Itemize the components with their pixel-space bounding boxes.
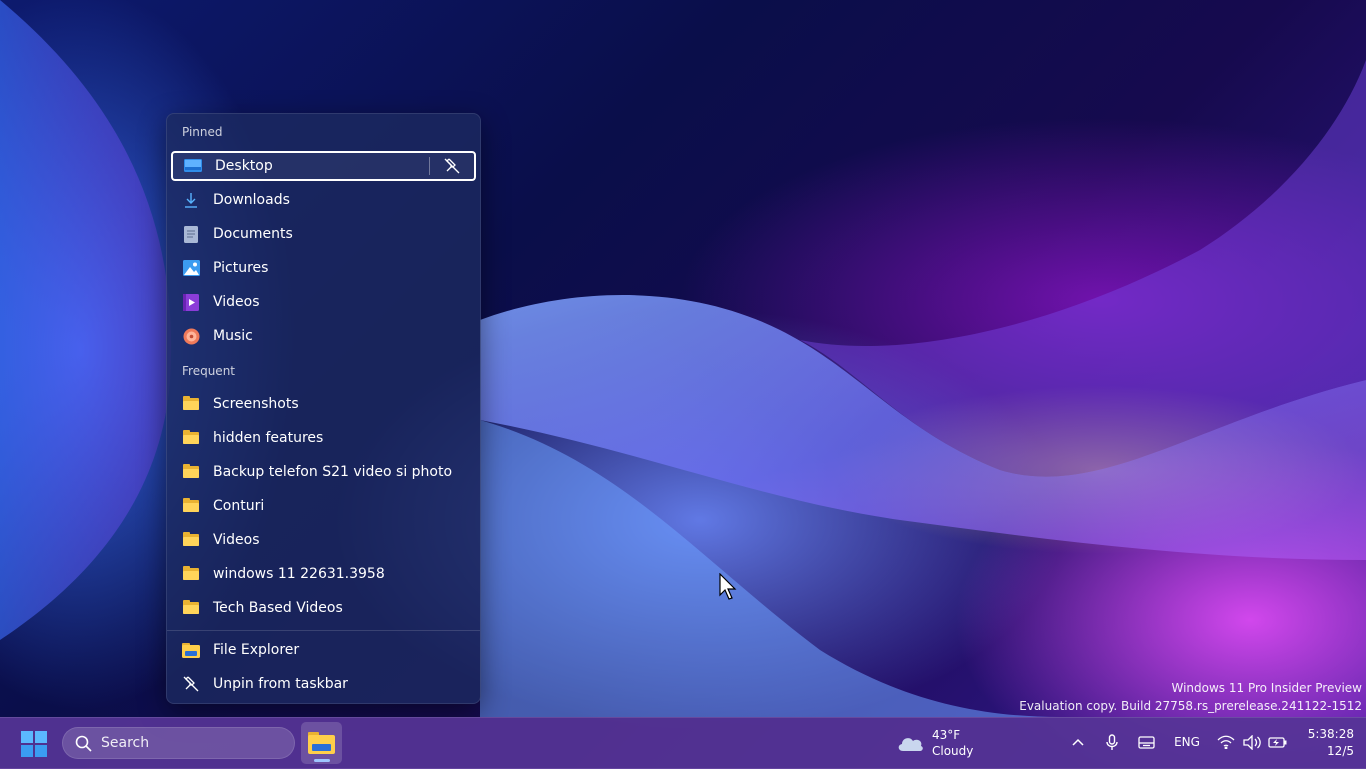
- pinned-item-label: Downloads: [213, 192, 290, 208]
- divider: [167, 630, 480, 631]
- speaker-icon: [1242, 734, 1261, 750]
- frequent-item[interactable]: windows 11 22631.3958: [171, 559, 474, 589]
- file-explorer-icon: [182, 641, 200, 659]
- pinned-item-music[interactable]: Music: [171, 321, 474, 351]
- chevron-up-icon: [1072, 738, 1084, 746]
- keyboard-layout-button[interactable]: [1136, 732, 1156, 752]
- pinned-item-desktop[interactable]: Desktop: [171, 151, 476, 181]
- frequent-item-label: Backup telefon S21 video si photo: [213, 464, 453, 480]
- document-icon: [182, 225, 200, 243]
- frequent-item[interactable]: Videos: [171, 525, 474, 555]
- network-button[interactable]: [1216, 732, 1236, 752]
- pinned-item-label: Pictures: [213, 260, 269, 276]
- folder-icon: [182, 497, 200, 515]
- file-explorer-jump-list: Pinned Desktop Downloads Documents Pictu…: [166, 113, 481, 704]
- pictures-icon: [182, 259, 200, 277]
- search-label: Search: [101, 735, 150, 751]
- active-app-indicator: [314, 759, 330, 762]
- watermark-edition: Windows 11 Pro Insider Preview: [1171, 681, 1362, 695]
- folder-icon: [182, 565, 200, 583]
- taskbar: Search 43°F Cloudy ENG 5:38:28 12/5: [0, 717, 1366, 769]
- battery-button[interactable]: [1268, 732, 1288, 752]
- frequent-item-label: hidden features: [213, 430, 324, 446]
- clock-time: 5:38:28: [1307, 727, 1354, 741]
- frequent-item[interactable]: Backup telefon S21 video si photo: [171, 457, 474, 487]
- action-label: Unpin from taskbar: [213, 676, 348, 692]
- folder-icon: [182, 599, 200, 617]
- folder-icon: [182, 463, 200, 481]
- frequent-section-header: Frequent: [182, 364, 235, 378]
- pinned-item-pictures[interactable]: Pictures: [171, 253, 474, 283]
- frequent-item-label: Videos: [213, 532, 260, 548]
- mouse-pointer-icon: [719, 573, 737, 600]
- folder-icon: [182, 531, 200, 549]
- frequent-item[interactable]: Tech Based Videos: [171, 593, 474, 623]
- pinned-item-videos[interactable]: Videos: [171, 287, 474, 317]
- windows-logo-icon: [21, 731, 47, 757]
- unpin-icon: [444, 158, 460, 174]
- frequent-item-label: Conturi: [213, 498, 265, 514]
- clock-date: 12/5: [1327, 744, 1354, 758]
- watermark-build: Evaluation copy. Build 27758.rs_prerelea…: [1019, 699, 1362, 713]
- frequent-item[interactable]: Conturi: [171, 491, 474, 521]
- pinned-item-label: Documents: [213, 226, 293, 242]
- music-icon: [182, 327, 200, 345]
- insider-watermark: Windows 11 Pro Insider Preview Evaluatio…: [1019, 679, 1362, 715]
- pinned-item-label: Videos: [213, 294, 260, 310]
- file-explorer-icon: [308, 732, 335, 754]
- open-file-explorer-item[interactable]: File Explorer: [171, 635, 474, 665]
- keyboard-icon: [1137, 735, 1155, 749]
- download-icon: [182, 191, 200, 209]
- separator: [429, 157, 430, 175]
- frequent-item-label: windows 11 22631.3958: [213, 566, 385, 582]
- pinned-item-label: Music: [213, 328, 253, 344]
- microphone-icon: [1106, 733, 1118, 750]
- taskbar-search-box[interactable]: Search: [62, 727, 295, 759]
- folder-icon: [182, 429, 200, 447]
- show-hidden-icons-button[interactable]: [1068, 732, 1088, 752]
- weather-temperature: 43°F: [932, 728, 961, 742]
- weather-condition: Cloudy: [932, 744, 974, 758]
- battery-charging-icon: [1268, 736, 1287, 748]
- microphone-button[interactable]: [1102, 732, 1122, 752]
- unpin-item-button[interactable]: [442, 156, 462, 176]
- pinned-section-header: Pinned: [182, 125, 223, 139]
- pinned-item-documents[interactable]: Documents: [171, 219, 474, 249]
- unpin-icon: [182, 675, 200, 693]
- cloud-icon: [898, 738, 923, 751]
- taskbar-file-explorer-button[interactable]: [301, 722, 342, 764]
- frequent-item-label: Screenshots: [213, 396, 299, 412]
- frequent-item[interactable]: Screenshots: [171, 389, 474, 419]
- wifi-icon: [1217, 735, 1235, 749]
- search-icon: [75, 735, 92, 752]
- folder-icon: [182, 395, 200, 413]
- frequent-item[interactable]: hidden features: [171, 423, 474, 453]
- pinned-item-downloads[interactable]: Downloads: [171, 185, 474, 215]
- weather-widget[interactable]: 43°F Cloudy: [896, 726, 973, 760]
- desktop-icon: [184, 157, 202, 175]
- frequent-item-label: Tech Based Videos: [213, 600, 343, 616]
- pinned-item-label: Desktop: [215, 158, 273, 174]
- language-indicator[interactable]: ENG: [1174, 732, 1200, 752]
- system-clock[interactable]: 5:38:28 12/5: [1296, 726, 1354, 760]
- action-label: File Explorer: [213, 642, 300, 658]
- volume-button[interactable]: [1242, 732, 1262, 752]
- videos-icon: [182, 293, 200, 311]
- unpin-from-taskbar-item[interactable]: Unpin from taskbar: [171, 669, 474, 699]
- start-button[interactable]: [18, 730, 50, 758]
